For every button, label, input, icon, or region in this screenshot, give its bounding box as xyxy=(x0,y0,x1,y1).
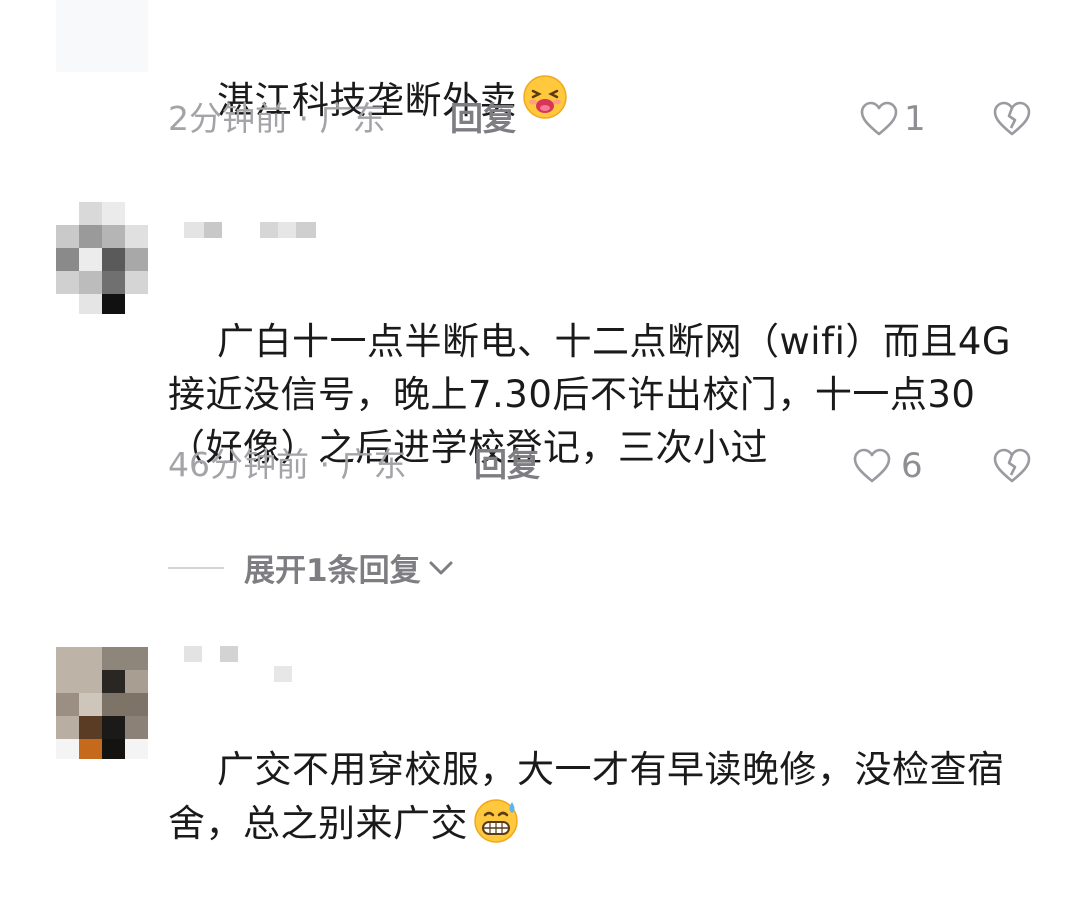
comment-meta: 46分钟前 · 广东 回复 xyxy=(168,445,588,485)
expand-replies-button[interactable]: 展开1条回复 xyxy=(168,545,455,590)
heart-outline-icon xyxy=(853,448,891,483)
expand-divider xyxy=(168,566,224,569)
reply-button[interactable]: 回复 xyxy=(450,99,516,139)
chevron-down-icon xyxy=(429,561,453,574)
like-button[interactable]: 1 xyxy=(860,99,926,139)
heart-outline-icon xyxy=(860,101,898,136)
grinning-sweat-emoji-icon xyxy=(474,799,518,843)
broken-heart-icon[interactable] xyxy=(993,448,1031,484)
timestamp-location: 46分钟前 · 广东 xyxy=(168,445,407,484)
like-button[interactable]: 6 xyxy=(853,446,923,486)
reply-button[interactable]: 回复 xyxy=(474,445,540,485)
username-blurred[interactable] xyxy=(184,222,334,240)
comment-text: 广交不用穿校服，大一才有早读晚修，没检查宿舍，总之别来广交 xyxy=(168,690,1048,903)
username-blurred[interactable] xyxy=(184,646,304,682)
like-count: 1 xyxy=(904,99,926,139)
comment-meta: 2分钟前 · 广东 回复 xyxy=(168,99,568,139)
comment-text-content: 广交不用穿校服，大一才有早读晚修，没检查宿舍，总之别来广交 xyxy=(168,748,1005,845)
timestamp-location: 2分钟前 · 广东 xyxy=(168,99,386,138)
comment-text: 广白十一点半断电、十二点断网（wifi）而且4G接近没信号，晚上7.30后不许出… xyxy=(168,262,1048,527)
broken-heart-icon[interactable] xyxy=(993,101,1031,137)
avatar[interactable] xyxy=(56,0,148,72)
avatar[interactable] xyxy=(56,647,148,759)
like-count: 6 xyxy=(901,446,923,486)
avatar[interactable] xyxy=(56,202,148,314)
expand-replies-label: 展开1条回复 xyxy=(244,553,421,589)
